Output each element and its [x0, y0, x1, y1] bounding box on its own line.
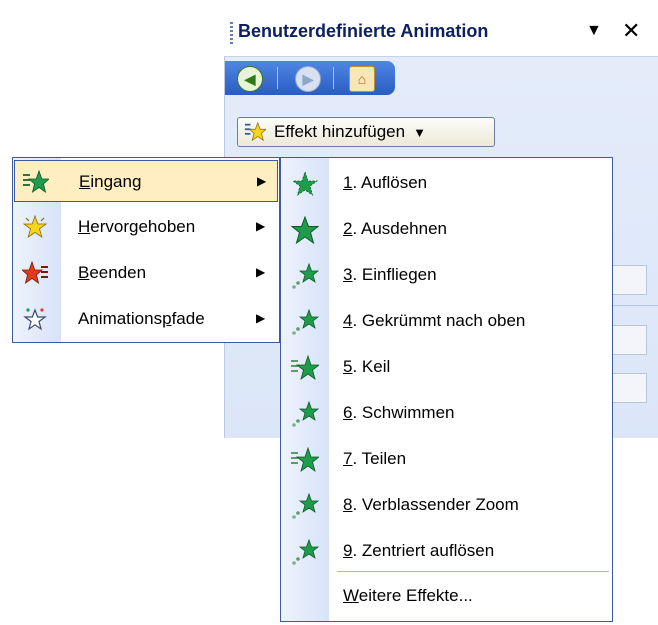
home-icon[interactable]: ⌂: [349, 66, 375, 92]
submenu-arrow-icon: ▶: [257, 174, 267, 188]
curve-up-icon: [292, 308, 319, 335]
close-icon[interactable]: ✕: [622, 19, 640, 43]
submenu-item-schwimmen[interactable]: 6. Schwimmen: [281, 390, 612, 436]
submenu-item-label: 1. Auflösen: [343, 173, 428, 192]
submenu-item-label: 4. Gekrümmt nach oben: [343, 311, 526, 330]
submenu-item-einfliegen[interactable]: 3. Einfliegen: [281, 252, 612, 298]
menu-item-beenden[interactable]: Beenden ▶: [14, 252, 278, 294]
pane-nav-bar: ◀ ▶ ⌂: [225, 61, 395, 95]
menu-item-label: Eingang: [79, 172, 142, 191]
expand-icon: [291, 216, 319, 244]
submenu-item-zentriert-aufloesen[interactable]: 9. Zentriert auflösen: [281, 528, 612, 574]
submenu-item-aufloesen[interactable]: 1. Auflösen: [281, 160, 612, 206]
faded-zoom-icon: [292, 492, 319, 519]
more-effects-item[interactable]: Weitere Effekte...: [343, 586, 473, 606]
submenu-item-label: 3. Einfliegen: [343, 265, 437, 284]
submenu-item-keil[interactable]: 5. Keil: [281, 344, 612, 390]
menu-item-eingang[interactable]: Eingang ▶: [14, 160, 278, 202]
submenu-arrow-icon: ▶: [256, 311, 266, 325]
pane-menu-arrow[interactable]: ▼: [586, 22, 602, 40]
submenu-item-label: 8. Verblassender Zoom: [343, 495, 519, 514]
submenu-item-label: 6. Schwimmen: [343, 403, 455, 422]
submenu-item-gekruemmt-nach-oben[interactable]: 4. Gekrümmt nach oben: [281, 298, 612, 344]
center-dissolve-icon: [292, 538, 319, 565]
dissolve-icon: [291, 170, 319, 196]
float-icon: [292, 400, 319, 427]
add-effect-label: Effekt hinzufügen: [274, 122, 406, 141]
forward-icon[interactable]: ▶: [295, 66, 321, 92]
motion-path-star-icon: [23, 308, 47, 331]
exit-star-icon: [22, 260, 48, 284]
submenu-item-label: 7. Teilen: [343, 449, 407, 468]
submenu-arrow-icon: ▶: [256, 219, 266, 233]
back-icon[interactable]: ◀: [237, 66, 263, 92]
submenu-item-verblassender-zoom[interactable]: 8. Verblassender Zoom: [281, 482, 612, 528]
entrance-effects-submenu: 1. Auflösen 2. Ausdehnen 3. Einfliegen 4…: [280, 157, 613, 622]
submenu-item-label: 5. Keil: [343, 357, 391, 376]
wedge-icon: [291, 354, 319, 380]
fly-in-icon: [292, 262, 319, 289]
menu-item-label: Beenden: [78, 263, 147, 282]
menu-item-label: Hervorgehoben: [78, 217, 196, 236]
add-effect-star-icon: [244, 121, 266, 142]
menu-item-label: Animationspfade: [78, 309, 205, 328]
menu-item-hervorgehoben[interactable]: Hervorgehoben ▶: [14, 206, 278, 248]
submenu-item-ausdehnen[interactable]: 2. Ausdehnen: [281, 206, 612, 252]
chevron-down-icon: ▼: [413, 124, 426, 140]
effect-category-menu: Eingang ▶ Hervorgehoben ▶ Beenden ▶ Anim…: [12, 157, 280, 343]
submenu-item-label: 2. Ausdehnen: [343, 219, 447, 238]
entrance-star-icon: [23, 169, 49, 193]
add-effect-button[interactable]: Effekt hinzufügen ▼: [237, 117, 495, 147]
menu-item-animationspfade[interactable]: Animationspfade ▶: [14, 298, 278, 340]
submenu-item-teilen[interactable]: 7. Teilen: [281, 436, 612, 482]
nav-separator: [277, 67, 278, 89]
pane-header: Benutzerdefinierte Animation ▼ ✕: [224, 8, 658, 57]
split-icon: [291, 446, 319, 472]
emphasis-star-icon: [22, 214, 48, 238]
pane-title: Benutzerdefinierte Animation: [238, 21, 489, 41]
submenu-item-label: 9. Zentriert auflösen: [343, 541, 495, 560]
menu-separator: [337, 571, 609, 572]
submenu-arrow-icon: ▶: [256, 265, 266, 279]
pane-grip[interactable]: [230, 22, 233, 44]
nav-separator: [333, 67, 334, 89]
